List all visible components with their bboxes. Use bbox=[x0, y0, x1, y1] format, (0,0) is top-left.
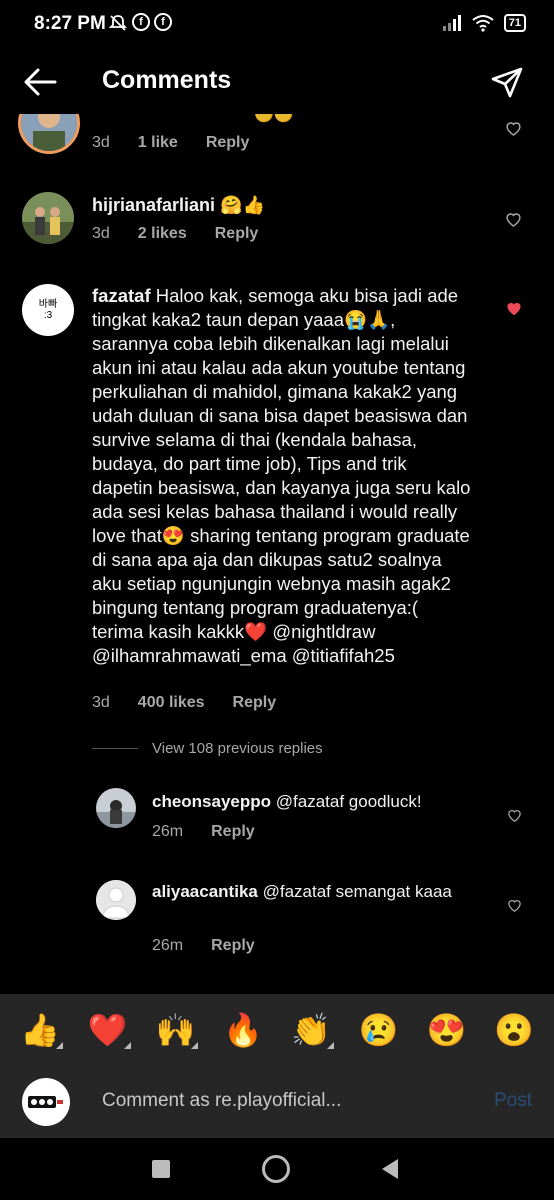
recents-button[interactable] bbox=[152, 1160, 170, 1178]
reply-text: @fazataf goodluck! bbox=[275, 792, 422, 811]
mute-bell-icon bbox=[108, 15, 128, 31]
like-count[interactable]: 2 likes bbox=[138, 225, 187, 243]
comment-input[interactable]: Comment as re.playofficial... bbox=[102, 1090, 341, 1112]
emoji-glyph: 🙌 bbox=[155, 1012, 196, 1048]
emoji-glyph: 😢 bbox=[358, 1012, 399, 1048]
avatar[interactable] bbox=[18, 114, 80, 154]
reply-button[interactable]: Reply bbox=[211, 937, 255, 955]
emoji-glyph: ❤️ bbox=[87, 1012, 128, 1048]
emoji-glyph: 😍 bbox=[426, 1012, 467, 1048]
comment-input-bar: Comment as re.playofficial... Post bbox=[0, 1066, 554, 1138]
heart-emoji-button[interactable]: ❤️ bbox=[83, 1011, 133, 1049]
my-avatar bbox=[22, 1078, 70, 1126]
username[interactable]: hijrianafarliani bbox=[92, 195, 215, 215]
heart-icon[interactable] bbox=[505, 120, 522, 136]
back-button[interactable] bbox=[382, 1159, 398, 1179]
reply-body: cheonsayeppo @fazataf goodluck! bbox=[152, 790, 422, 814]
reply-button[interactable]: Reply bbox=[233, 694, 277, 712]
raising-hands-emoji-button[interactable]: 🙌 bbox=[150, 1011, 200, 1049]
comment-body: fazataf Haloo kak, semoga aku bisa jadi … bbox=[92, 284, 472, 668]
facebook-icon: f bbox=[154, 13, 172, 31]
emoji-glyph: 👍 bbox=[19, 1012, 60, 1048]
comment-text: 🤗👍 bbox=[220, 195, 265, 215]
emoji-quick-bar: 👍 ❤️ 🙌 🔥 👏 😢 😍 😮 bbox=[0, 994, 554, 1066]
like-count[interactable]: 400 likes bbox=[138, 694, 205, 712]
heart-icon[interactable] bbox=[505, 211, 522, 227]
clapping-emoji-button[interactable]: 👏 bbox=[286, 1011, 336, 1049]
reply-time: 26m bbox=[152, 823, 184, 840]
comment-meta: 3d 400 likes Reply bbox=[92, 694, 276, 712]
wifi-icon bbox=[472, 15, 494, 32]
reply-button[interactable]: Reply bbox=[211, 823, 255, 841]
home-button[interactable] bbox=[262, 1155, 290, 1183]
emoji-glyph: 🔥 bbox=[223, 1012, 264, 1048]
heart-eyes-emoji-button[interactable]: 😍 bbox=[421, 1011, 471, 1049]
username[interactable]: cheonsayeppo bbox=[152, 792, 271, 811]
reply-button[interactable]: Reply bbox=[215, 225, 259, 243]
comment-meta: 3d 2 likes Reply bbox=[92, 225, 258, 243]
battery-indicator: 71 bbox=[503, 14, 526, 32]
avatar[interactable] bbox=[96, 788, 136, 828]
back-arrow-icon[interactable] bbox=[22, 64, 58, 100]
signal-icon bbox=[442, 15, 461, 31]
page-title: Comments bbox=[102, 66, 232, 94]
heart-icon[interactable] bbox=[507, 808, 522, 822]
emoji-glyph: 👏 bbox=[290, 1012, 331, 1048]
notification-icons: f f bbox=[108, 13, 172, 33]
view-previous-replies[interactable]: View 108 previous replies bbox=[152, 740, 323, 757]
comment-text: Haloo kak, semoga aku bisa jadi ade ting… bbox=[92, 285, 471, 666]
reply-text: @fazataf semangat kaaa bbox=[262, 882, 452, 901]
post-button[interactable]: Post bbox=[494, 1090, 532, 1112]
comment-body: hijrianafarliani 🤗👍 bbox=[92, 193, 265, 217]
fire-emoji-button[interactable]: 🔥 bbox=[218, 1011, 268, 1049]
heart-icon[interactable] bbox=[507, 898, 522, 912]
emoji-fragment: 🟡🟡 bbox=[254, 114, 294, 123]
avatar[interactable] bbox=[96, 880, 136, 920]
send-icon[interactable] bbox=[490, 66, 524, 100]
reply-body: aliyaacantika @fazataf semangat kaaa bbox=[152, 880, 482, 904]
avatar[interactable]: 바빠 :3 bbox=[22, 284, 74, 336]
status-right: 71 bbox=[442, 14, 526, 32]
crying-emoji-button[interactable]: 😢 bbox=[354, 1011, 404, 1049]
facebook-icon: f bbox=[132, 13, 150, 31]
avatar-text: 바빠 :3 bbox=[38, 299, 58, 321]
comment-list[interactable]: 🟡🟡 3d 1 like Reply hijrianafarliani 🤗👍 3… bbox=[0, 114, 554, 994]
emoji-glyph: 😮 bbox=[494, 1012, 535, 1048]
avatar[interactable] bbox=[22, 192, 74, 244]
surprised-emoji-button[interactable]: 😮 bbox=[489, 1011, 539, 1049]
reply-meta: 26m Reply bbox=[152, 937, 255, 955]
reply-button[interactable]: Reply bbox=[206, 134, 250, 152]
replies-divider bbox=[92, 748, 138, 749]
replay-logo-icon bbox=[28, 1096, 63, 1108]
thumbs-up-emoji-button[interactable]: 👍 bbox=[15, 1011, 65, 1049]
status-time: 8:27 PM bbox=[34, 13, 106, 34]
header: Comments bbox=[0, 48, 554, 114]
status-bar: 8:27 PM f f 71 bbox=[0, 0, 554, 48]
username[interactable]: aliyaacantika bbox=[152, 882, 258, 901]
heart-liked-icon[interactable] bbox=[505, 300, 523, 316]
reply-time: 26m bbox=[152, 937, 184, 954]
system-nav-bar bbox=[0, 1138, 554, 1200]
comment-meta: 3d 1 like Reply bbox=[92, 134, 249, 152]
like-count[interactable]: 1 like bbox=[138, 134, 178, 152]
reply-meta: 26m Reply bbox=[152, 823, 255, 841]
comment-time: 3d bbox=[92, 225, 110, 242]
username[interactable]: fazataf bbox=[92, 285, 151, 306]
comment-time: 3d bbox=[92, 134, 110, 151]
comment-time: 3d bbox=[92, 694, 110, 711]
